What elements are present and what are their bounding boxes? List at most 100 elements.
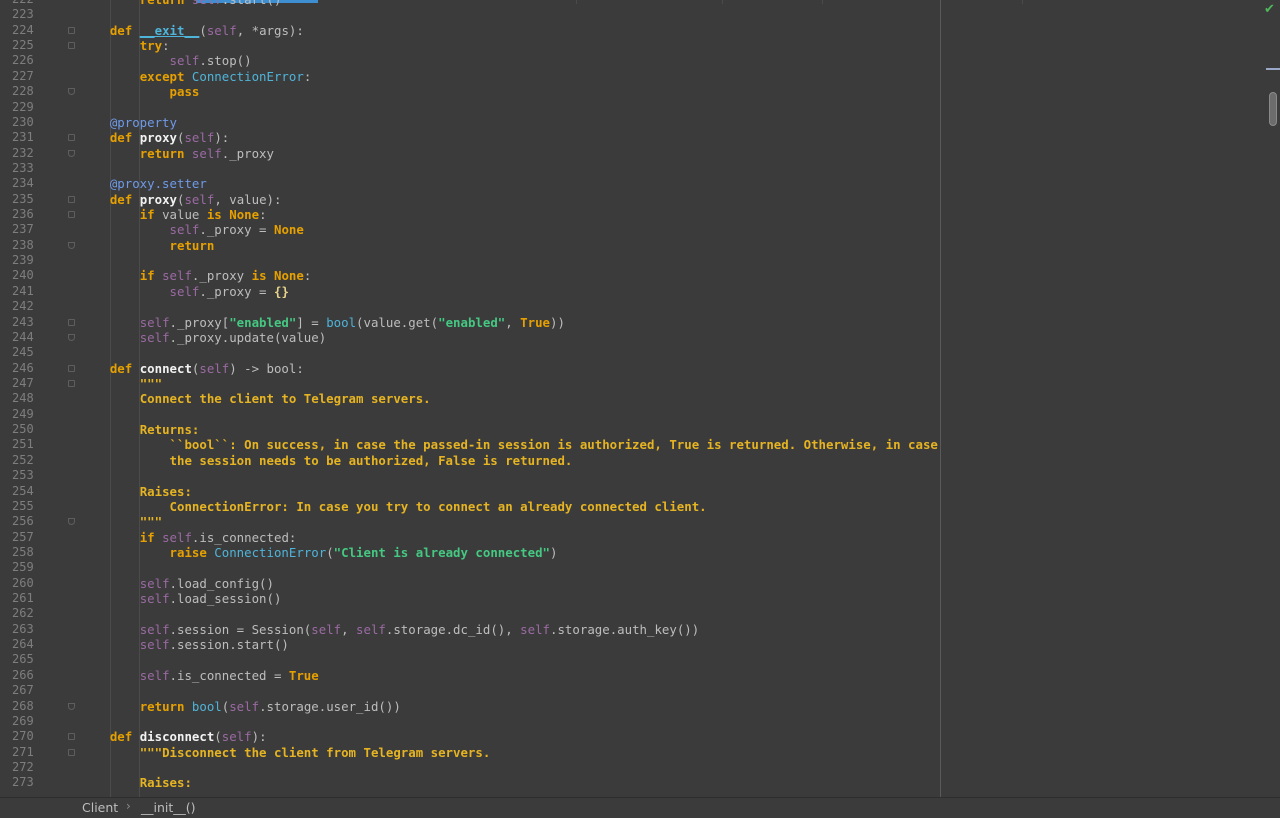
code-line[interactable]: """ [80, 376, 940, 391]
fold-marker-icon[interactable] [68, 134, 75, 142]
code-token: self [221, 729, 252, 745]
code-line[interactable]: return self._proxy [80, 146, 940, 161]
code-line[interactable]: def disconnect(self): [80, 729, 940, 744]
code-line[interactable]: self._proxy["enabled"] = bool(value.get(… [80, 315, 940, 330]
code-line[interactable]: ConnectionError: In case you try to conn… [80, 499, 940, 514]
code-line[interactable]: def __exit__(self, *args): [80, 23, 940, 38]
fold-marker-icon[interactable] [68, 88, 75, 96]
code-line[interactable]: Raises: [80, 775, 940, 790]
fold-marker-icon[interactable] [68, 26, 75, 34]
inspection-ok-check-icon[interactable]: ✔ [1264, 3, 1278, 16]
code-line[interactable] [80, 100, 940, 115]
code-line[interactable]: Returns: [80, 422, 940, 437]
code-line[interactable]: def connect(self) -> bool: [80, 361, 940, 376]
fold-marker-icon[interactable] [68, 211, 75, 219]
code-line[interactable]: self._proxy.update(value) [80, 330, 940, 345]
line-number: 244 [0, 330, 80, 345]
code-line[interactable]: except ConnectionError: [80, 69, 940, 84]
code-line[interactable] [80, 161, 940, 176]
code-line[interactable] [80, 253, 940, 268]
code-line[interactable] [80, 299, 940, 314]
line-number: 224 [0, 23, 80, 38]
code-area[interactable]: return self.start() def __exit__(self, *… [80, 0, 940, 791]
code-editor[interactable]: 2222232242252262272282292302312322332342… [0, 0, 1280, 797]
code-line[interactable]: return bool(self.storage.user_id()) [80, 699, 940, 714]
code-line[interactable] [80, 606, 940, 621]
fold-marker-icon[interactable] [68, 241, 75, 249]
fold-marker-icon[interactable] [68, 379, 75, 387]
code-line[interactable]: ``bool``: On success, in case the passed… [80, 437, 940, 452]
line-number: 238 [0, 238, 80, 253]
fold-marker-icon[interactable] [68, 318, 75, 326]
code-line[interactable] [80, 345, 940, 360]
code-line[interactable]: @property [80, 115, 940, 130]
code-token: """Disconnect the client from Telegram s… [139, 744, 491, 760]
code-token: self [356, 621, 386, 637]
fold-marker-icon[interactable] [68, 733, 75, 741]
code-line[interactable]: self.load_session() [80, 591, 940, 606]
code-line[interactable]: Connect the client to Telegram servers. [80, 391, 940, 406]
scroll-thumb[interactable] [1269, 92, 1277, 126]
code-line[interactable]: if self._proxy is None: [80, 268, 940, 283]
line-number: 241 [12, 283, 34, 298]
code-line[interactable]: raise ConnectionError("Client is already… [80, 545, 940, 560]
code-line[interactable] [80, 7, 940, 22]
code-line[interactable]: self._proxy = {} [80, 284, 940, 299]
code-line[interactable]: Raises: [80, 484, 940, 499]
code-line[interactable]: """Disconnect the client from Telegram s… [80, 745, 940, 760]
code-token: ConnectionError [214, 544, 327, 560]
code-token: self [206, 22, 237, 38]
fold-marker-icon[interactable] [68, 333, 75, 341]
code-line[interactable] [80, 683, 940, 698]
code-line[interactable]: def proxy(self): [80, 130, 940, 145]
code-line[interactable] [80, 760, 940, 775]
code-line[interactable]: return [80, 238, 940, 253]
code-line[interactable]: the session needs to be authorized, Fals… [80, 453, 940, 468]
fold-marker-icon[interactable] [68, 518, 75, 526]
code-line[interactable]: if value is None: [80, 207, 940, 222]
code-line[interactable]: try: [80, 38, 940, 53]
code-line[interactable] [80, 560, 940, 575]
breadcrumb-class[interactable]: Client [82, 800, 118, 815]
code-line[interactable]: self.stop() [80, 53, 940, 68]
code-line[interactable]: """ [80, 514, 940, 529]
code-line[interactable]: if self.is_connected: [80, 530, 940, 545]
scroll-position-marker [1266, 68, 1280, 70]
code-line[interactable]: self.session.start() [80, 637, 940, 652]
code-token: ._proxy = [199, 283, 274, 299]
code-token: the session needs to be authorized, Fals… [169, 452, 573, 468]
code-line[interactable]: self.is_connected = True [80, 668, 940, 683]
breadcrumb-method[interactable]: __init__() [141, 800, 196, 815]
code-token: proxy [139, 130, 177, 146]
line-number-gutter[interactable]: 2222232242252262272282292302312322332342… [0, 0, 80, 797]
code-line[interactable] [80, 652, 940, 667]
tab-separator [1022, 0, 1023, 4]
fold-marker-icon[interactable] [68, 748, 75, 756]
code-line[interactable]: self.load_config() [80, 576, 940, 591]
code-line[interactable]: pass [80, 84, 940, 99]
fold-marker-icon[interactable] [68, 42, 75, 50]
fold-marker-icon[interactable] [68, 364, 75, 372]
fold-marker-icon[interactable] [68, 702, 75, 710]
code-token: self [169, 53, 200, 69]
code-line[interactable]: self._proxy = None [80, 222, 940, 237]
code-line[interactable]: return self.start() [80, 0, 940, 7]
code-line[interactable]: def proxy(self, value): [80, 192, 940, 207]
fold-marker-icon[interactable] [68, 149, 75, 157]
code-line[interactable] [80, 407, 940, 422]
fold-marker-icon[interactable] [68, 195, 75, 203]
code-line[interactable] [80, 468, 940, 483]
code-line[interactable] [80, 714, 940, 729]
code-line[interactable]: self.session = Session(self, self.storag… [80, 622, 940, 637]
code-line[interactable]: @proxy.setter [80, 176, 940, 191]
code-token: is [251, 268, 274, 284]
code-token: .storage.dc_id(), [385, 621, 521, 637]
